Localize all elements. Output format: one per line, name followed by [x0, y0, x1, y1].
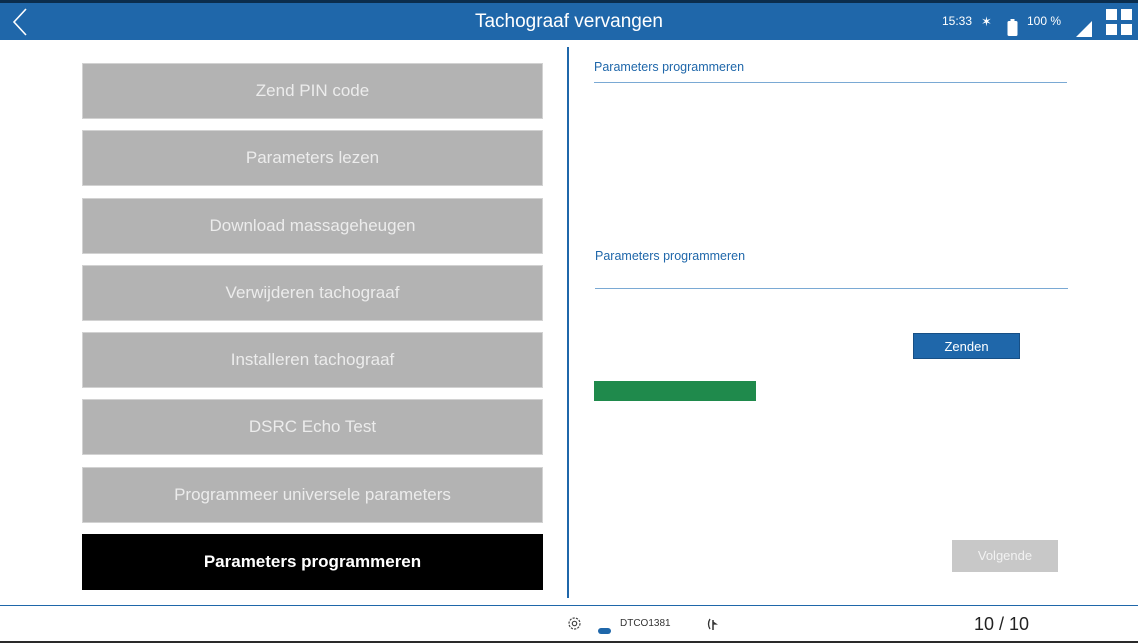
page-indicator: 10 / 10 [974, 614, 1030, 634]
step-install-tachograph-button[interactable]: Installeren tachograaf [82, 332, 543, 389]
footer-divider [0, 605, 1138, 606]
progress-bar [594, 381, 1069, 401]
header-bar: Tachograaf vervangen 15:33 ✶ 100 % [0, 0, 1138, 40]
section-divider-1 [594, 82, 1067, 83]
send-button[interactable]: Zenden [913, 333, 1020, 359]
section-divider-2 [595, 288, 1068, 289]
next-button[interactable]: Volgende [952, 540, 1058, 572]
battery-level: 100 % [1027, 14, 1062, 28]
step-program-parameters-button[interactable]: Parameters programmeren [82, 534, 543, 591]
grid-icon [1106, 9, 1132, 35]
step-download-memory-button[interactable]: Download massageheugen [82, 197, 543, 254]
section-title-2: Parameters programmeren [595, 249, 746, 263]
status-time: 15:33 [942, 14, 973, 28]
signal-icon [1076, 15, 1092, 37]
battery-icon [1007, 14, 1018, 36]
device-icon [598, 621, 611, 639]
menu-grid-button[interactable] [1104, 7, 1134, 37]
section-title-1: Parameters programmeren [594, 60, 745, 74]
app-window: Tachograaf vervangen 15:33 ✶ 100 % Zend … [0, 0, 1138, 643]
steps-list: Zend PIN code Parameters lezen Download … [82, 63, 543, 601]
step-remove-tachograph-button[interactable]: Verwijderen tachograaf [82, 264, 543, 321]
column-divider [567, 47, 569, 598]
step-dsrc-echo-test-button[interactable]: DSRC Echo Test [82, 399, 543, 456]
bluetooth-icon: ✶ [981, 14, 992, 29]
chevron-left-icon [12, 7, 27, 36]
back-button[interactable] [0, 3, 40, 40]
settings-icon[interactable] [567, 616, 582, 636]
progress-fill [594, 381, 756, 401]
step-read-parameters-button[interactable]: Parameters lezen [82, 130, 543, 187]
device-label: DTCO1381 [620, 618, 671, 629]
step-send-pin-button[interactable]: Zend PIN code [82, 63, 543, 119]
connection-icon [707, 617, 718, 636]
step-program-universal-parameters-button[interactable]: Programmeer universele parameters [82, 466, 543, 523]
